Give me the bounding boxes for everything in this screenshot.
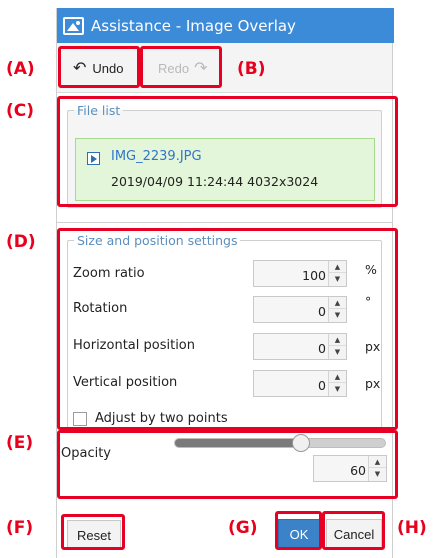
section-divider [57,222,392,223]
callout-g: (G) [228,518,258,538]
highlight-cancel [322,511,385,550]
title-bar[interactable]: Assistance - Image Overlay [57,8,394,43]
highlight-reset [61,514,125,550]
highlight-ok [275,511,322,550]
highlight-opacity [57,430,398,499]
window-title: Assistance - Image Overlay [91,16,296,35]
highlight-settings [57,228,398,430]
callout-h: (H) [397,518,427,538]
highlight-undo [58,46,140,88]
callout-d: (D) [6,232,36,252]
callout-f: (F) [6,518,34,538]
highlight-file-list [57,96,398,207]
highlight-redo [140,46,222,88]
callout-b: (B) [237,59,266,79]
callout-c: (C) [6,101,35,121]
callout-a: (A) [6,59,35,79]
callout-e: (E) [6,433,34,453]
image-icon [63,16,84,35]
